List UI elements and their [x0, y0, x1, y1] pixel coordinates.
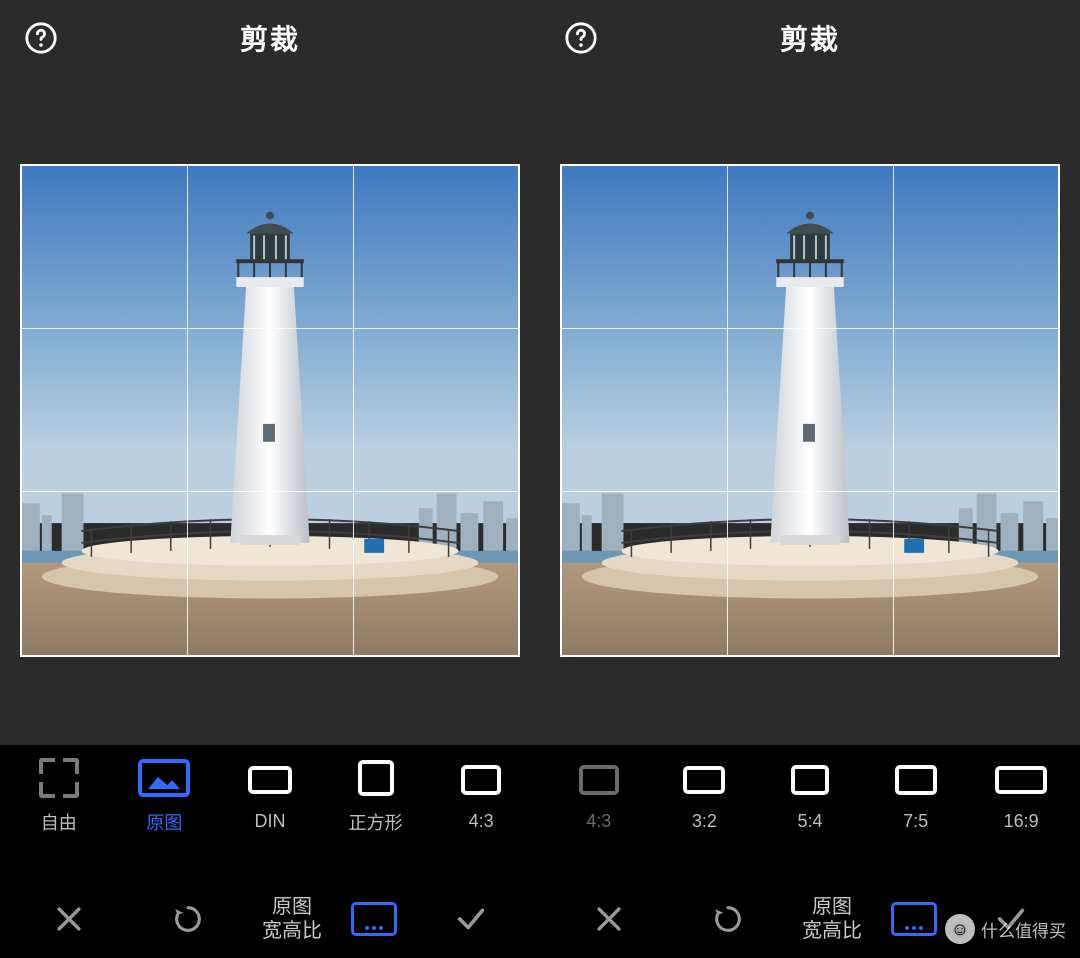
check-icon: [454, 902, 488, 936]
lighthouse-image: [562, 166, 1058, 655]
ar-text-line1: 原图: [802, 895, 862, 919]
ratio-label: 原图: [146, 809, 182, 835]
help-button[interactable]: [564, 21, 598, 55]
rect-icon: [683, 766, 725, 794]
ratio-4-3[interactable]: 4:3: [557, 761, 641, 832]
ratio-square[interactable]: 正方形: [334, 759, 418, 835]
rect-icon: [895, 765, 937, 795]
rect-icon: [248, 766, 292, 794]
ratio-label: 4:3: [586, 811, 611, 832]
aspect-ratio-strip: 4:3 3:2 5:4 7:5 16:9: [540, 745, 1080, 848]
ratio-5-4[interactable]: 5:4: [768, 761, 852, 832]
ar-text-line1: 原图: [262, 895, 322, 919]
aspect-ratio-icon[interactable]: [351, 902, 397, 936]
pane-left: 剪裁: [0, 0, 540, 958]
ratio-4-3[interactable]: 4:3: [439, 761, 523, 832]
ratio-7-5[interactable]: 7:5: [874, 761, 958, 832]
free-crop-icon: [39, 758, 79, 798]
header: 剪裁: [540, 0, 1080, 75]
header: 剪裁: [0, 0, 540, 75]
bottom-toolbar: 原图 宽高比: [540, 880, 1080, 958]
bottom-toolbar: 原图 宽高比: [0, 880, 540, 958]
ratio-label: 7:5: [903, 811, 928, 832]
ratio-label: 4:3: [469, 811, 494, 832]
rect-icon: [461, 765, 501, 795]
rect-icon: [579, 765, 619, 795]
confirm-button[interactable]: [966, 889, 1056, 949]
ratio-16-9[interactable]: 16:9: [979, 761, 1063, 832]
aspect-ratio-strip: 自由 原图 DIN 正方形 4:3: [0, 745, 540, 848]
rect-icon: [995, 766, 1047, 794]
pane-right: 剪裁: [540, 0, 1080, 958]
rect-icon: [358, 760, 394, 796]
help-circle-icon: [24, 21, 58, 55]
ratio-label: 16:9: [1004, 811, 1039, 832]
ratio-original[interactable]: 原图: [122, 759, 206, 835]
rotate-button[interactable]: [683, 889, 773, 949]
crop-photo[interactable]: [20, 164, 520, 657]
help-button[interactable]: [24, 21, 58, 55]
aspect-ratio-button[interactable]: 原图 宽高比: [802, 895, 862, 943]
rotate-icon: [711, 902, 745, 936]
canvas-area[interactable]: [540, 75, 1080, 755]
ratio-label: DIN: [254, 811, 285, 832]
ratio-label: 自由: [41, 809, 77, 835]
help-circle-icon: [564, 21, 598, 55]
ar-text-line2: 宽高比: [802, 919, 862, 943]
close-icon: [52, 902, 86, 936]
ar-text-line2: 宽高比: [262, 919, 322, 943]
aspect-ratio-button[interactable]: 原图 宽高比: [262, 895, 322, 943]
ratio-label: 3:2: [692, 811, 717, 832]
ratio-3-2[interactable]: 3:2: [662, 761, 746, 832]
rotate-icon: [171, 902, 205, 936]
close-icon: [592, 902, 626, 936]
page-title: 剪裁: [240, 18, 300, 58]
ratio-din[interactable]: DIN: [228, 761, 312, 832]
lighthouse-image: [22, 166, 518, 655]
check-icon: [994, 902, 1028, 936]
cancel-button[interactable]: [564, 889, 654, 949]
page-title: 剪裁: [780, 18, 840, 58]
ratio-label: 5:4: [797, 811, 822, 832]
aspect-ratio-icon[interactable]: [891, 902, 937, 936]
confirm-button[interactable]: [426, 889, 516, 949]
original-icon: [138, 759, 190, 797]
rect-icon: [791, 765, 829, 795]
cancel-button[interactable]: [24, 889, 114, 949]
canvas-area[interactable]: [0, 75, 540, 755]
crop-photo[interactable]: [560, 164, 1060, 657]
rotate-button[interactable]: [143, 889, 233, 949]
ratio-free[interactable]: 自由: [17, 759, 101, 835]
ratio-label: 正方形: [349, 809, 403, 835]
